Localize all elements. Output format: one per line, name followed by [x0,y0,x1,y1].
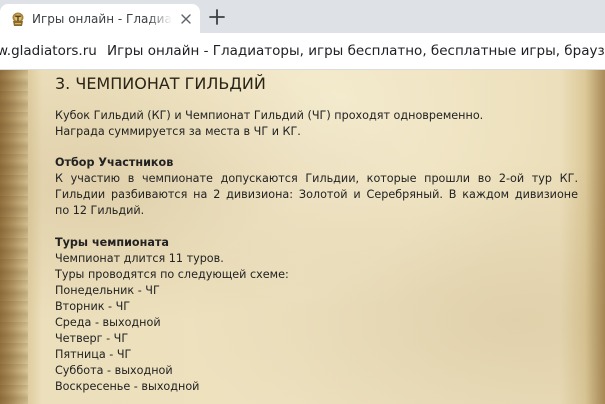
gladiator-helmet-icon [12,12,24,26]
plus-icon[interactable] [206,6,228,28]
parchment-left-edge [0,70,28,404]
page-viewport: 3. ЧЕМПИОНАТ ГИЛЬДИЙ Кубок Гильдий (КГ) … [0,70,605,404]
schedule-item: Воскресенье - выходной [55,380,200,393]
schedule-item: Суббота - выходной [55,364,173,377]
intro-line-1: Кубок Гильдий (КГ) и Чемпионат Гильдий (… [55,109,484,122]
browser-tab-strip: Игры онлайн - Гладиаторы, игры бесплатно [0,0,605,33]
close-icon[interactable] [178,11,194,27]
browser-tab[interactable]: Игры онлайн - Гладиаторы, игры бесплатно [0,4,200,33]
selection-line-3: по 12 Гильдий. [55,204,145,217]
intro-line-2: Награда суммируется за места в ЧГ и КГ. [55,125,301,138]
schedule-item: Четверг - ЧГ [55,332,129,345]
schedule-item: Понедельник - ЧГ [55,284,160,297]
url-page-title: Игры онлайн - Гладиаторы, игры бесплатно… [107,43,605,59]
rounds-title: Туры чемпионата [55,236,169,249]
article-heading: 3. ЧЕМПИОНАТ ГИЛЬДИЙ [55,74,266,93]
rounds-line-2: Туры проводятся по следующей схеме: [55,268,289,281]
schedule-item: Среда - выходной [55,316,161,329]
address-bar[interactable]: w.gladiators.ru Игры онлайн - Гладиаторы… [0,33,605,70]
selection-title: Отбор Участников [55,156,174,169]
url-domain: w.gladiators.ru [0,43,97,59]
selection-line-2: Гильдии разбиваются на 2 дивизиона: Золо… [55,188,578,201]
selection-line-1: К участию в чемпионате допускаются Гильд… [55,172,578,185]
schedule-item: Вторник - ЧГ [55,300,131,313]
tab-title: Игры онлайн - Гладиаторы, игры бесплатно [32,11,172,27]
schedule-item: Пятница - ЧГ [55,348,132,361]
rounds-line-1: Чемпионат длится 11 туров. [55,252,224,265]
parchment-right-edge [585,70,605,404]
